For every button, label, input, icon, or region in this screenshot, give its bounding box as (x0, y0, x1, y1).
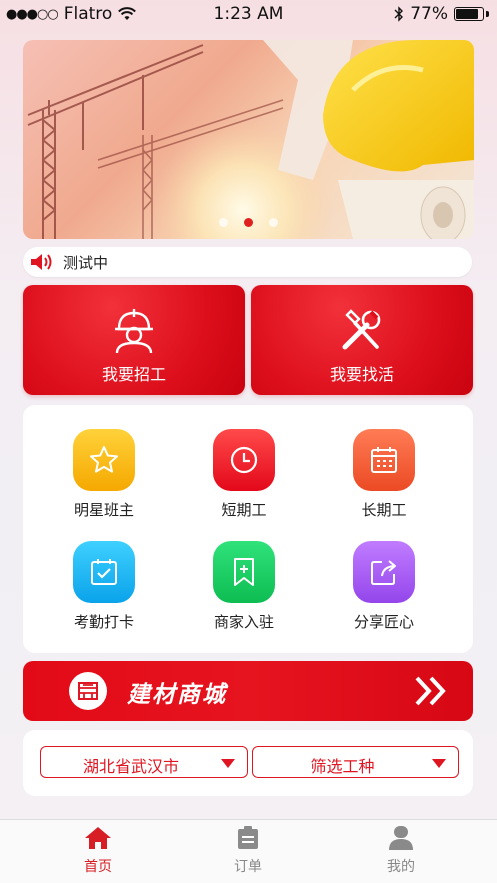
region-select-value: 湖北省武汉市 (82, 757, 179, 776)
checkin-icon (73, 541, 135, 603)
status-right: 77% (394, 4, 489, 24)
hire-workers-label: 我要招工 (101, 365, 166, 384)
notice-text: 测试中 (63, 253, 109, 272)
battery-fill (456, 9, 478, 19)
speaker-icon (31, 254, 52, 270)
battery-icon (454, 7, 484, 21)
bookmark-add-icon (213, 541, 275, 603)
grid-item-label: 长期工 (361, 501, 407, 519)
carousel-indicators (23, 218, 474, 227)
grid-item-label: 分享匠心 (353, 613, 414, 631)
home-icon (85, 827, 111, 849)
tools-icon (342, 309, 381, 350)
grid-item-long-term[interactable]: 长期工 (314, 429, 454, 520)
notice-bar[interactable]: 测试中 (23, 247, 472, 277)
mall-logo (69, 672, 107, 710)
tab-home[interactable]: 首页 (48, 826, 148, 876)
feature-grid: 明星班主 短期工 长期工 考勤打卡 商家入驻 分享匠心 (23, 405, 473, 653)
trade-filter-select[interactable]: 筛选工种 (252, 746, 459, 778)
filter-panel: 湖北省武汉市 筛选工种 (23, 730, 473, 796)
mall-title: 建材商城 (127, 682, 227, 708)
hire-workers-button[interactable]: 我要招工 (23, 285, 245, 395)
store-icon (78, 682, 98, 700)
battery-cap (486, 11, 489, 17)
tab-mine-label: 我的 (387, 859, 415, 875)
grid-item-share[interactable]: 分享匠心 (314, 541, 454, 632)
user-icon (389, 826, 413, 850)
tab-mine[interactable]: 我的 (351, 826, 451, 876)
region-select[interactable]: 湖北省武汉市 (40, 746, 248, 778)
banner-carousel[interactable] (23, 40, 474, 239)
grid-item-label: 考勤打卡 (73, 613, 134, 631)
clock-icon (213, 429, 275, 491)
grid-item-label: 商家入驻 (213, 613, 274, 631)
tab-orders-label: 订单 (234, 859, 262, 875)
caret-down-icon (221, 759, 235, 768)
grid-item-star-foreman[interactable]: 明星班主 (34, 429, 174, 520)
bottom-tab-bar: 首页 订单 我的 (0, 819, 497, 883)
find-work-button[interactable]: 我要找活 (251, 285, 473, 395)
carousel-dot[interactable] (269, 218, 278, 227)
grid-item-merchant[interactable]: 商家入驻 (174, 541, 314, 632)
star-icon (73, 429, 135, 491)
bluetooth-icon (394, 6, 404, 22)
share-icon (353, 541, 415, 603)
trade-filter-value: 筛选工种 (310, 757, 375, 776)
banner-image (27, 40, 474, 239)
clipboard-icon (238, 826, 258, 849)
tab-home-label: 首页 (84, 859, 112, 875)
carousel-dot-active[interactable] (244, 218, 253, 227)
find-work-label: 我要找活 (329, 365, 394, 384)
caret-down-icon (432, 759, 446, 768)
grid-item-attendance[interactable]: 考勤打卡 (34, 541, 174, 632)
worker-helmet-icon (115, 309, 153, 353)
status-bar: ●●●○○ Flatro 1:23 AM 77% (0, 0, 497, 30)
grid-item-short-term[interactable]: 短期工 (174, 429, 314, 520)
carousel-dot[interactable] (219, 218, 228, 227)
building-materials-mall-banner[interactable]: 建材商城 (23, 661, 473, 721)
grid-item-label: 明星班主 (73, 501, 134, 519)
grid-item-label: 短期工 (221, 501, 267, 519)
calendar-icon (353, 429, 415, 491)
battery-percent: 77% (410, 4, 448, 24)
tab-orders[interactable]: 订单 (198, 826, 298, 876)
double-chevron-right-icon (415, 676, 446, 706)
